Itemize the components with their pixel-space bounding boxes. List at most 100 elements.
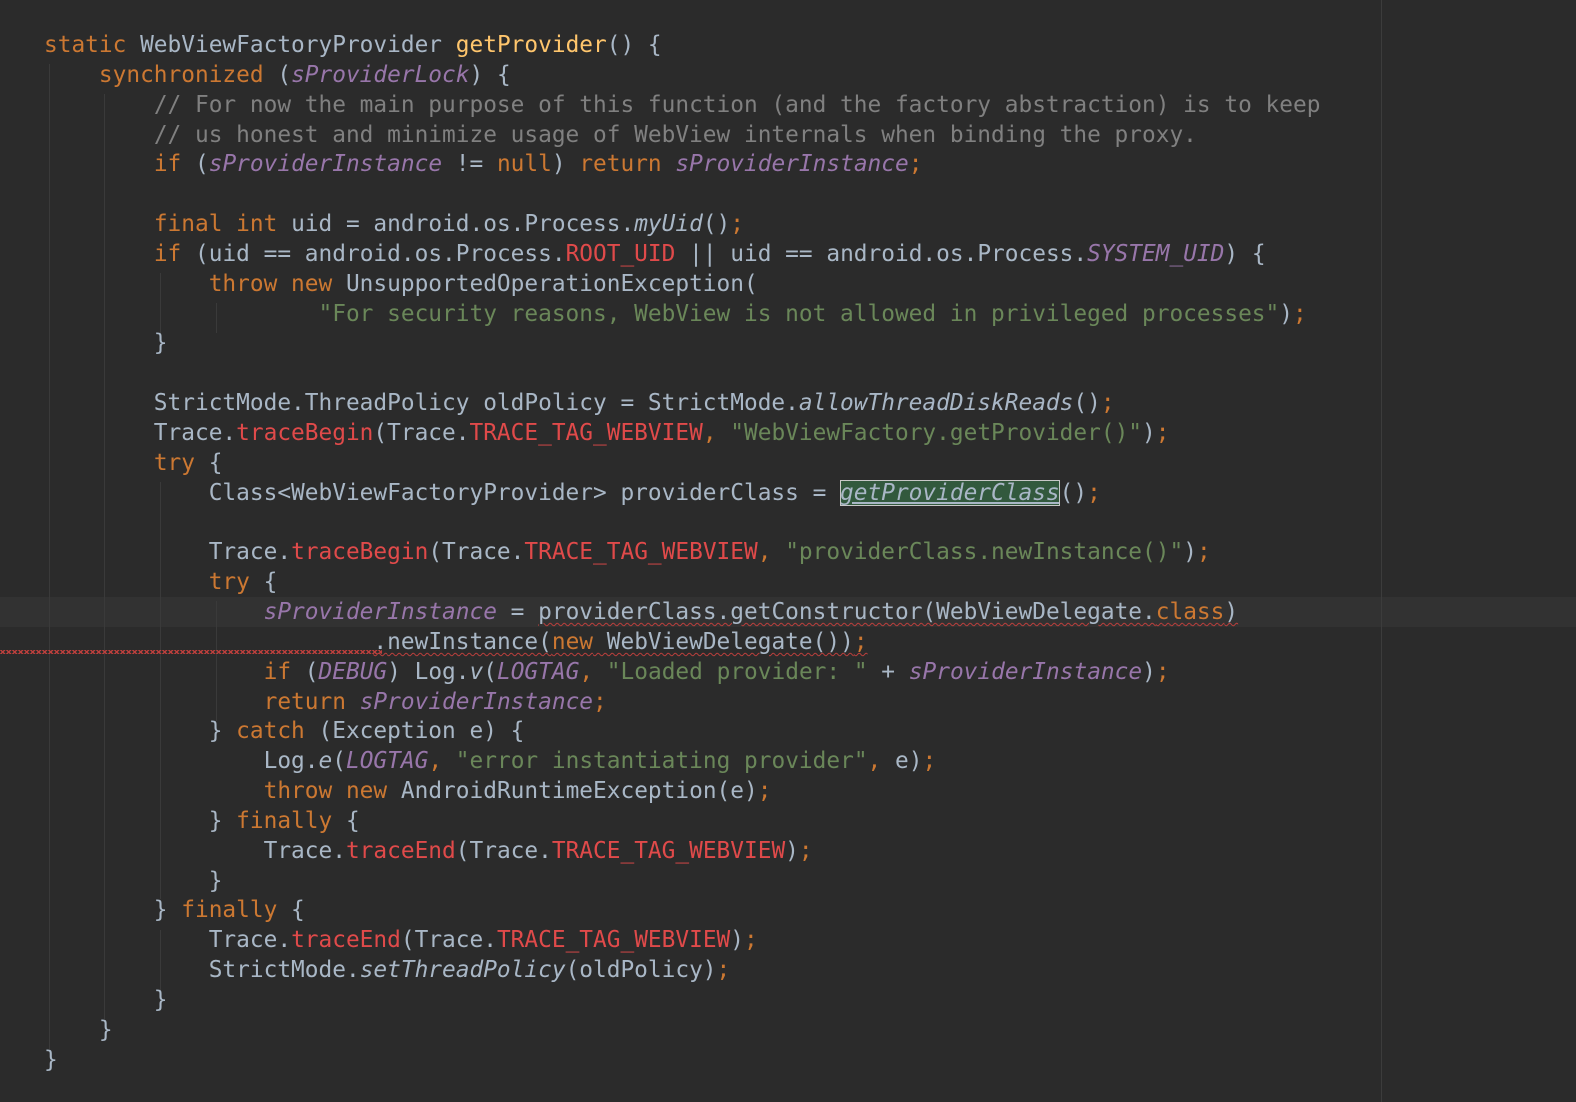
code-token: ) (1279, 300, 1293, 327)
code-token: , (428, 748, 443, 775)
code-token: ; (744, 927, 758, 954)
code-line[interactable]: } finally { (44, 896, 1320, 926)
code-line[interactable]: return sProviderInstance; (44, 688, 1320, 718)
code-token: e) (881, 748, 923, 775)
code-line[interactable]: Class<WebViewFactoryProvider> providerCl… (44, 479, 1320, 509)
code-token: ( (332, 748, 346, 775)
code-line[interactable]: // us honest and minimize usage of WebVi… (44, 121, 1320, 151)
code-line[interactable]: // For now the main purpose of this func… (44, 91, 1321, 121)
code-line[interactable]: } catch (Exception e) { (44, 717, 1320, 747)
code-token: finally (181, 897, 278, 924)
code-token: != (442, 151, 497, 178)
code-token: ) (551, 151, 580, 178)
code-token: ( (291, 658, 319, 685)
code-token: = (496, 599, 539, 626)
code-token: traceBegin (291, 539, 429, 566)
code-token: (uid == android.os.Process. (181, 240, 566, 267)
code-line[interactable]: if (uid == android.os.Process.ROOT_UID |… (44, 240, 1320, 270)
code-line[interactable]: try { (44, 449, 1320, 479)
code-token: } (44, 1016, 113, 1043)
code-line[interactable]: Log.e(LOGTAG, "error instantiating provi… (44, 747, 1320, 777)
code-token: getProvider (455, 32, 607, 58)
code-line[interactable]: synchronized (sProviderLock) { (44, 61, 1320, 91)
code-token: TRACE_TAG_WEBVIEW (469, 419, 703, 446)
code-token: if (153, 240, 182, 267)
code-token: finally (236, 807, 333, 834)
code-line[interactable]: StrictMode.ThreadPolicy oldPolicy = Stri… (44, 389, 1320, 419)
code-line[interactable]: try { (44, 568, 1320, 598)
code-token: class (1155, 599, 1225, 626)
code-token: ; (1100, 390, 1115, 417)
code-token: TRACE_TAG_WEBVIEW (551, 837, 786, 864)
code-line[interactable]: } finally { (44, 807, 1320, 837)
code-token: try (153, 449, 195, 476)
code-token: StrictMode.ThreadPolicy oldPolicy = Stri… (44, 390, 799, 417)
code-line[interactable]: final int uid = android.os.Process.myUid… (44, 210, 1320, 240)
code-line[interactable]: throw new UnsupportedOperationException( (44, 270, 1320, 300)
code-line[interactable]: "For security reasons, WebView is not al… (44, 300, 1320, 330)
code-token: ) { (1224, 240, 1266, 267)
code-token: Trace. (44, 927, 292, 954)
code-line[interactable]: Trace.traceBegin(Trace.TRACE_TAG_WEBVIEW… (44, 419, 1320, 449)
code-token: Log. (44, 748, 319, 775)
code-token: "Loaded provider: " (606, 658, 868, 685)
code-token: WebViewDelegate()) (593, 628, 854, 655)
code-line[interactable] (44, 509, 1320, 539)
code-line[interactable]: static WebViewFactoryProvider getProvide… (44, 31, 1320, 61)
code-line[interactable]: } (44, 867, 1320, 897)
code-token: ; (1087, 479, 1101, 506)
code-line[interactable]: sProviderInstance = providerClass.getCon… (44, 598, 1320, 628)
code-token: sProviderInstance (263, 599, 497, 626)
code-line[interactable]: } (44, 1046, 1320, 1076)
code-line[interactable]: StrictMode.setThreadPolicy(oldPolicy); (44, 956, 1320, 986)
code-token: () { (606, 32, 662, 58)
code-line[interactable]: if (DEBUG) Log.v(LOGTAG, "Loaded provide… (44, 658, 1320, 688)
code-token: . (373, 628, 388, 655)
code-line[interactable] (44, 180, 1320, 210)
code-line[interactable]: throw new AndroidRuntimeException(e); (44, 777, 1320, 807)
code-token: myUid (634, 211, 703, 238)
code-line[interactable]: } (44, 986, 1320, 1016)
code-token: LOGTAG (345, 748, 429, 775)
code-editor[interactable]: static WebViewFactoryProvider getProvide… (0, 0, 1576, 1102)
code-token: , (702, 419, 717, 446)
code-token: if (263, 658, 292, 685)
code-line[interactable]: } (44, 329, 1320, 359)
code-line[interactable]: Trace.traceEnd(Trace.TRACE_TAG_WEBVIEW); (44, 926, 1320, 956)
code-token: + (867, 658, 909, 685)
code-token: "providerClass.newInstance()" (785, 539, 1184, 566)
code-line[interactable]: Trace.traceBegin(Trace.TRACE_TAG_WEBVIEW… (44, 538, 1320, 568)
code-line[interactable]: if (sProviderInstance != null) return sP… (44, 150, 1320, 180)
code-token: throw new (208, 270, 333, 297)
code-token: traceEnd (291, 927, 401, 954)
code-token: ; (853, 628, 868, 655)
right-margin-guide (1381, 0, 1382, 1102)
code-line[interactable]: } (44, 1016, 1320, 1046)
code-line[interactable]: Trace.traceEnd(Trace.TRACE_TAG_WEBVIEW); (44, 837, 1320, 867)
code-token: // For now the main purpose of this func… (153, 91, 1321, 118)
code-token: || uid == android.os.Process. (675, 240, 1088, 267)
code-token: TRACE_TAG_WEBVIEW (496, 927, 731, 954)
code-token: sProviderInstance (675, 151, 909, 178)
code-token: sProviderInstance (908, 658, 1143, 685)
code-line[interactable]: .newInstance(new WebViewDelegate()); (44, 628, 1320, 658)
highlighted-usage-token: getProviderClass (840, 479, 1060, 506)
code-line[interactable] (44, 359, 1320, 389)
code-token: sProviderInstance (208, 151, 443, 178)
code-token: throw new (263, 778, 388, 805)
code-token: ) (1183, 539, 1197, 566)
code-token: return (263, 688, 346, 715)
code-text-area[interactable]: static WebViewFactoryProvider getProvide… (44, 31, 1320, 1076)
